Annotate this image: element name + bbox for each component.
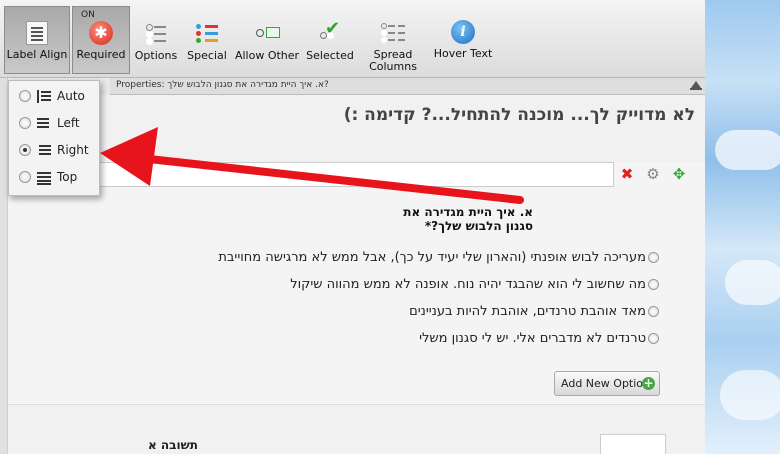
menu-item-top[interactable]: Top: [17, 168, 97, 188]
menu-item-left[interactable]: Left: [17, 114, 97, 134]
cloud: [725, 260, 780, 305]
allow-other-icon: [254, 20, 280, 46]
form-canvas: לא מדוייק לך... מוכנה להתחיל...? קדימה :…: [8, 95, 705, 454]
required-label: Required: [76, 48, 126, 61]
spread-columns-button[interactable]: Spread Columns: [362, 6, 424, 73]
gear-icon[interactable]: ⚙: [645, 166, 661, 182]
left-panel-edge: [0, 78, 8, 454]
collapse-icon[interactable]: [690, 81, 702, 90]
label-align-menu: Auto Left Right Top: [8, 80, 100, 196]
radio-option-label: טרנדים לא מדברים אלי. יש לי סגנון משלי: [419, 331, 646, 346]
special-label: Special: [187, 49, 227, 62]
radio-button[interactable]: [648, 252, 659, 263]
align-auto-icon: [37, 90, 51, 103]
properties-bar-text: Properties: א. איך היית מגדירה את סגנון …: [116, 80, 329, 90]
radio-button[interactable]: [648, 279, 659, 290]
options-label: Options: [134, 49, 178, 62]
radio-button[interactable]: [648, 333, 659, 344]
properties-bar: Properties: א. איך היית מגדירה את סגנון …: [110, 78, 705, 95]
menu-item-label: Left: [57, 116, 80, 130]
cloud: [720, 370, 780, 420]
radio-option-label: מאד אוהבת טרנדים, אוהבת להיות בעניינים: [409, 304, 646, 319]
move-icon[interactable]: ✥: [671, 166, 687, 182]
radio-button[interactable]: [19, 90, 31, 102]
radio-button[interactable]: [19, 171, 31, 183]
align-top-icon: [37, 171, 51, 184]
special-list-icon: [194, 20, 220, 46]
selected-label: Selected: [306, 49, 354, 62]
allow-other-label: Allow Other: [234, 49, 300, 62]
plus-icon: +: [642, 376, 655, 390]
hover-text-label: Hover Text: [433, 47, 493, 60]
radio-button[interactable]: [19, 117, 31, 129]
selected-check-icon: [317, 18, 343, 46]
radio-option-label: מה שחשוב לי הוא שהבגד יהיה נוח. אופנה לא…: [290, 277, 646, 292]
radio-option[interactable]: מעריכה לבוש אופנתי (והארון שלי יעיד על כ…: [218, 250, 659, 265]
radio-option[interactable]: טרנדים לא מדברים אלי. יש לי סגנון משלי: [419, 331, 659, 346]
next-question-label[interactable]: תשובה א: [148, 438, 198, 452]
options-list-icon: [143, 20, 169, 46]
menu-item-label: Right: [57, 143, 89, 157]
delete-icon[interactable]: ✖: [619, 166, 635, 182]
question-label[interactable]: א. איך היית מגדירה את סגנון הלבוש שלך?*: [363, 205, 533, 233]
hover-text-button[interactable]: i Hover Text: [432, 6, 494, 60]
add-new-option-label: Add New Option: [561, 377, 650, 390]
spread-columns-icon: [380, 20, 406, 46]
label-align-button[interactable]: Label Align: [4, 6, 70, 74]
allow-other-button[interactable]: Allow Other: [234, 6, 300, 62]
radio-button-checked[interactable]: [19, 144, 31, 156]
info-icon: i: [451, 20, 475, 44]
spread-columns-label-2: Columns: [369, 60, 417, 73]
menu-item-label: Auto: [57, 89, 85, 103]
selected-button[interactable]: Selected: [304, 6, 356, 62]
menu-item-auto[interactable]: Auto: [17, 87, 97, 107]
align-left-icon: [37, 117, 51, 130]
properties-toolbar: Label Align ON ✱ Required Options Specia…: [0, 0, 705, 78]
required-button[interactable]: ON ✱ Required: [72, 6, 130, 74]
options-button[interactable]: Options: [132, 6, 180, 62]
next-question-input[interactable]: [600, 434, 666, 454]
add-new-option-button[interactable]: Add New Option +: [554, 371, 660, 396]
required-asterisk-icon: ✱: [89, 21, 113, 45]
special-button[interactable]: Special: [184, 6, 230, 62]
cloud: [715, 130, 780, 170]
radio-option[interactable]: מאד אוהבת טרנדים, אוהבת להיות בעניינים: [409, 304, 659, 319]
radio-option-label: מעריכה לבוש אופנתי (והארון שלי יעיד על כ…: [218, 250, 646, 265]
page-title[interactable]: לא מדוייק לך... מוכנה להתחיל...? קדימה :…: [344, 105, 695, 125]
menu-item-label: Top: [57, 170, 78, 184]
radio-button[interactable]: [648, 306, 659, 317]
align-right-icon: [37, 144, 51, 157]
label-align-icon: [26, 21, 48, 45]
label-align-label: Label Align: [6, 48, 68, 61]
required-on-label: ON: [81, 10, 95, 20]
menu-item-right[interactable]: Right: [17, 141, 97, 161]
question-label-line2: סגנון הלבוש שלך?*: [424, 219, 533, 233]
question-label-line1: א. איך היית מגדירה את: [403, 205, 533, 219]
radio-option[interactable]: מה שחשוב לי הוא שהבגד יהיה נוח. אופנה לא…: [290, 277, 659, 292]
